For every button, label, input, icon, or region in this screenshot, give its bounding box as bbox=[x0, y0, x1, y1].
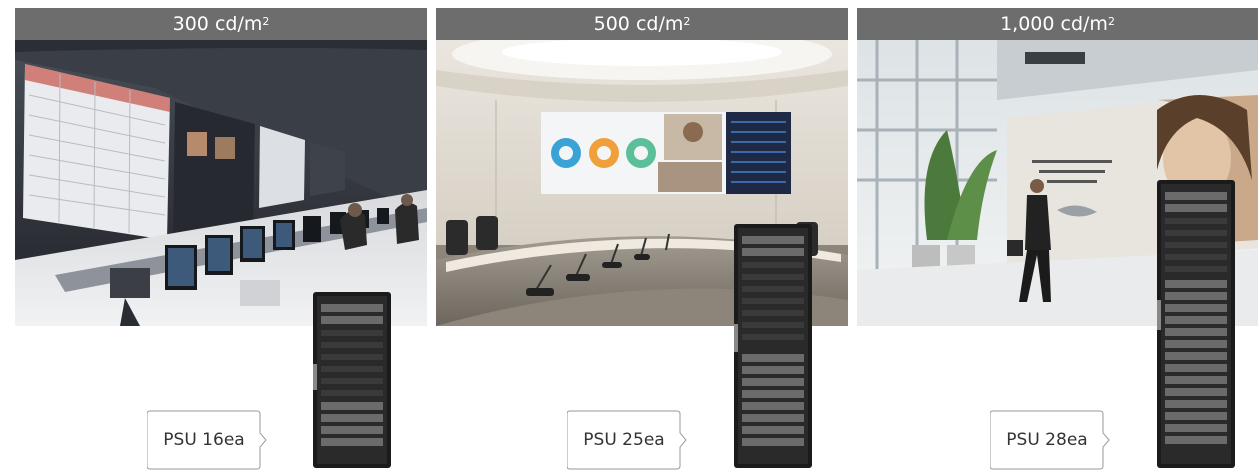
psu-count-label: PSU 25ea bbox=[583, 430, 665, 450]
panel-300: 300 cd/m2 bbox=[15, 8, 427, 326]
brightness-header: 300 cd/m2 bbox=[15, 8, 427, 40]
brightness-unit: cd/m bbox=[1060, 13, 1108, 35]
psu-callout: PSU 25ea bbox=[567, 410, 687, 470]
brightness-unit: cd/m bbox=[635, 13, 684, 35]
brightness-unit: cd/m bbox=[214, 13, 263, 35]
brightness-sup: 2 bbox=[1107, 15, 1115, 28]
server-rack-icon bbox=[734, 224, 812, 468]
brightness-sup: 2 bbox=[262, 15, 270, 28]
brightness-value: 300 bbox=[172, 13, 209, 35]
brightness-value: 1,000 bbox=[1000, 13, 1055, 35]
server-rack-icon bbox=[313, 292, 391, 468]
psu-callout: PSU 16ea bbox=[147, 410, 267, 470]
psu-count-label: PSU 28ea bbox=[1006, 430, 1088, 450]
brightness-header: 500 cd/m2 bbox=[436, 8, 848, 40]
panel-500: 500 cd/m2 bbox=[436, 8, 848, 326]
brightness-header: 1,000 cd/m2 bbox=[857, 8, 1258, 40]
panel-1000: 1,000 cd/m2 bbox=[857, 8, 1258, 326]
brightness-sup: 2 bbox=[683, 15, 691, 28]
control-room-photo-icon bbox=[15, 40, 427, 326]
psu-count-label: PSU 16ea bbox=[163, 430, 245, 450]
brightness-value: 500 bbox=[593, 13, 630, 35]
server-rack-icon bbox=[1157, 180, 1235, 468]
psu-callout: PSU 28ea bbox=[990, 410, 1110, 470]
